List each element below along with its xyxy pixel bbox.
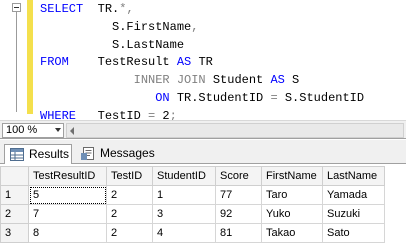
table-row[interactable]: 1 5 2 1 77 Taro Yamada	[0, 185, 385, 205]
code-line-5: INNER JOIN Student AS S	[133, 73, 300, 88]
messages-icon	[81, 147, 94, 160]
collapse-icon[interactable]	[12, 3, 21, 12]
zoom-select[interactable]: 100 %	[2, 123, 64, 138]
header-row: TestResultID TestID StudentID Score Firs…	[0, 166, 385, 186]
column-header[interactable]: TestID	[106, 166, 153, 186]
table-cell[interactable]: 77	[215, 185, 262, 205]
table-cell[interactable]: 8	[28, 223, 107, 243]
change-indicator	[27, 0, 33, 114]
row-number[interactable]: 2	[0, 204, 29, 224]
tab-results[interactable]: Results	[4, 144, 72, 164]
column-header[interactable]: TestResultID	[28, 166, 107, 186]
table-cell[interactable]: 5	[28, 185, 107, 205]
code-line-6: ON TR.StudentID = S.StudentID	[155, 90, 365, 105]
table-cell[interactable]: Sato	[322, 223, 385, 243]
tab-results-label: Results	[29, 147, 70, 161]
table-cell[interactable]: 2	[106, 223, 153, 243]
results-grid[interactable]: TestResultID TestID StudentID Score Firs…	[0, 164, 406, 246]
table-cell[interactable]: 4	[152, 223, 216, 243]
tab-messages[interactable]: Messages	[76, 144, 155, 164]
column-header[interactable]: Score	[215, 166, 262, 186]
table-cell[interactable]: Yamada	[322, 185, 385, 205]
table-cell[interactable]: Taro	[261, 185, 323, 205]
sql-editor[interactable]: SELECT TR.*, S.FirstName, S.LastName FROM…	[0, 0, 406, 123]
editor-gutter	[0, 0, 36, 120]
code-line-4: FROM TestResult AS TR	[40, 55, 213, 70]
corner-cell[interactable]	[0, 166, 29, 186]
zoom-value: 100 %	[6, 124, 38, 136]
result-tabs: Results Messages	[0, 140, 406, 164]
code-line-1: SELECT TR.*,	[40, 2, 134, 16]
row-number[interactable]: 3	[0, 223, 29, 243]
table-cell[interactable]: Takao	[261, 223, 323, 243]
code-line-2: S.FirstName,	[112, 19, 199, 34]
outline-line	[16, 8, 17, 112]
chevron-down-icon[interactable]	[55, 128, 61, 132]
code-line-3: S.LastName	[112, 37, 185, 52]
table-cell[interactable]: 3	[152, 204, 216, 224]
table-cell[interactable]: Suzuki	[322, 204, 385, 224]
table-cell[interactable]: 81	[215, 223, 262, 243]
table-cell[interactable]: Yuko	[261, 204, 323, 224]
grid-icon	[10, 148, 24, 161]
table-cell[interactable]: 1	[152, 185, 216, 205]
results-table: TestResultID TestID StudentID Score Firs…	[0, 166, 385, 243]
table-row[interactable]: 3 8 2 4 81 Takao Sato	[0, 223, 385, 243]
sql-code[interactable]: SELECT TR.*, S.FirstName, S.LastName FROM…	[40, 1, 364, 126]
column-header[interactable]: FirstName	[261, 166, 323, 186]
zoom-bar: 100 %	[0, 120, 406, 139]
table-cell[interactable]: 2	[106, 204, 153, 224]
row-number[interactable]: 1	[0, 185, 29, 205]
tab-messages-label: Messages	[100, 146, 155, 160]
table-cell[interactable]: 2	[106, 185, 153, 205]
scroll-left-icon[interactable]	[70, 127, 74, 135]
table-row[interactable]: 2 7 2 3 92 Yuko Suzuki	[0, 204, 385, 224]
table-cell[interactable]: 92	[215, 204, 262, 224]
horizontal-scrollbar[interactable]	[66, 123, 404, 138]
table-cell[interactable]: 7	[28, 204, 107, 224]
column-header[interactable]: LastName	[322, 166, 385, 186]
column-header[interactable]: StudentID	[152, 166, 216, 186]
